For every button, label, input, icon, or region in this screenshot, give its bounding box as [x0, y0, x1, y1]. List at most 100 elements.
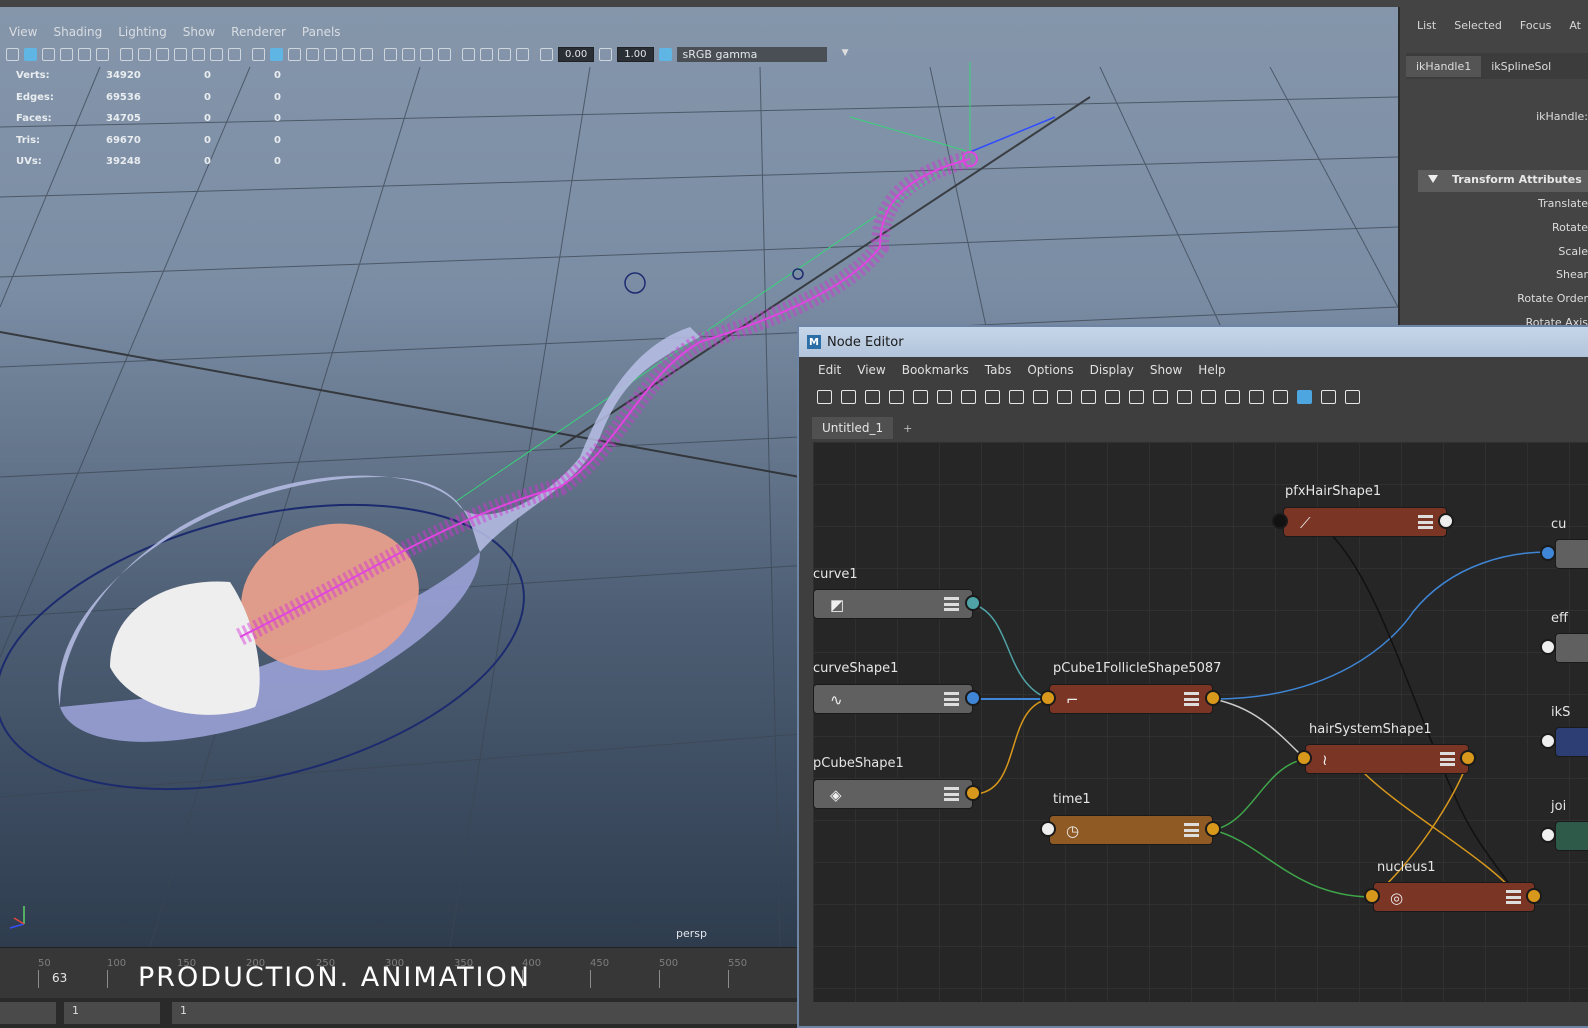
output-port[interactable]	[965, 690, 981, 706]
graph-clear-icon[interactable]	[1321, 390, 1336, 404]
node-offscreen-joint[interactable]	[1555, 821, 1588, 851]
menu-lighting[interactable]: Lighting	[118, 25, 167, 39]
gamma-field[interactable]: 1.00	[617, 46, 654, 62]
layout-icon[interactable]	[961, 390, 976, 404]
menu-show[interactable]: Show	[1150, 363, 1182, 377]
input-output-connections-icon[interactable]	[889, 390, 904, 404]
depth-of-field-icon[interactable]	[438, 47, 451, 61]
simple-mode-icon[interactable]	[1033, 390, 1048, 404]
output-port[interactable]	[1438, 513, 1454, 529]
transform-attributes-header[interactable]: Transform Attributes	[1418, 170, 1588, 192]
add-node-icon[interactable]	[817, 390, 832, 404]
bookmark-add-icon[interactable]	[1177, 390, 1192, 404]
node-offscreen-curve[interactable]	[1555, 539, 1588, 569]
menu-display[interactable]: Display	[1090, 363, 1134, 377]
camera-attributes-icon[interactable]	[42, 47, 55, 61]
output-port[interactable]	[1205, 821, 1221, 837]
add-tab-button[interactable]: +	[903, 422, 912, 435]
exposure-field[interactable]: 0.00	[558, 46, 595, 62]
menu-options[interactable]: Options	[1027, 363, 1073, 377]
camera-lock-icon[interactable]	[24, 47, 37, 61]
node-offscreen-effector[interactable]	[1555, 633, 1588, 663]
field-chart-icon[interactable]	[192, 47, 205, 61]
input-port[interactable]	[1296, 750, 1312, 766]
menu-show[interactable]: Show	[183, 25, 215, 39]
tab-ikhandle1[interactable]: ikHandle1	[1406, 55, 1482, 77]
output-port[interactable]	[1460, 750, 1476, 766]
connected-mode-icon[interactable]	[1057, 390, 1072, 404]
bookmark-prev-icon[interactable]	[1225, 390, 1240, 404]
node-nucleus1[interactable]: ◎	[1373, 882, 1535, 912]
range-start-field[interactable]	[0, 1002, 56, 1024]
default-material-icon[interactable]	[288, 47, 301, 61]
attr-menu-attributes[interactable]: At	[1569, 19, 1581, 32]
gate-mask-icon[interactable]	[174, 47, 187, 61]
output-port[interactable]	[1205, 690, 1221, 706]
textured-icon[interactable]	[324, 47, 337, 61]
node-editor-title-bar[interactable]: M Node Editor	[799, 327, 1588, 357]
tab-untitled-1[interactable]: Untitled_1	[812, 417, 894, 439]
ambient-occlusion-icon[interactable]	[384, 47, 397, 61]
smooth-shade-icon[interactable]	[270, 47, 283, 61]
xray-joints-icon[interactable]	[498, 47, 511, 61]
input-port[interactable]	[1540, 827, 1556, 843]
input-port[interactable]	[1272, 513, 1288, 529]
wireframe-icon[interactable]	[252, 47, 265, 61]
color-management-icon[interactable]	[658, 47, 672, 61]
bookmark-next-icon[interactable]	[1249, 390, 1264, 404]
camera-select-icon[interactable]	[6, 47, 19, 61]
custom-mode-icon[interactable]	[1105, 390, 1120, 404]
menu-renderer[interactable]: Renderer	[231, 25, 286, 39]
isolate-select-icon[interactable]	[462, 47, 475, 61]
menu-view[interactable]: View	[9, 25, 37, 39]
menu-panels[interactable]: Panels	[302, 25, 341, 39]
output-port[interactable]	[965, 785, 981, 801]
shadows-icon[interactable]	[360, 47, 373, 61]
tab-iksplinesolver[interactable]: ikSplineSol	[1481, 56, 1561, 77]
graph-selected-icon[interactable]	[1297, 390, 1312, 404]
node-graph-canvas[interactable]: pfxHairShape1 ⟋ curve1 ◩ curveShape1 ∿ p…	[813, 442, 1588, 1002]
full-mode-icon[interactable]	[1081, 390, 1096, 404]
menu-view[interactable]: View	[857, 363, 885, 377]
input-port[interactable]	[1040, 821, 1056, 837]
output-connections-icon[interactable]	[913, 390, 928, 404]
range-start-field-2[interactable]: 1	[64, 1002, 160, 1024]
lights-icon[interactable]	[342, 47, 355, 61]
image-plane-icon[interactable]	[78, 47, 91, 61]
bookmark-edit-icon[interactable]	[1201, 390, 1216, 404]
attr-menu-focus[interactable]: Focus	[1520, 19, 1551, 32]
safe-title-icon[interactable]	[228, 47, 241, 61]
graph-icon[interactable]	[1273, 390, 1288, 404]
safe-action-icon[interactable]	[210, 47, 223, 61]
xray-icon[interactable]	[480, 47, 493, 61]
wireframe-on-shaded-icon[interactable]	[306, 47, 319, 61]
attr-menu-selected[interactable]: Selected	[1454, 19, 1502, 32]
motion-blur-icon[interactable]	[402, 47, 415, 61]
input-port[interactable]	[1540, 733, 1556, 749]
grid-icon[interactable]	[120, 47, 133, 61]
node-curve1[interactable]: ◩	[813, 589, 973, 619]
backface-culling-icon[interactable]	[516, 47, 529, 61]
anti-aliasing-icon[interactable]	[420, 47, 433, 61]
lock-icon[interactable]	[1345, 390, 1360, 404]
distribute-icon[interactable]	[1009, 390, 1024, 404]
gamma-icon[interactable]	[599, 47, 613, 61]
menu-bookmarks[interactable]: Bookmarks	[902, 363, 969, 377]
menu-shading[interactable]: Shading	[53, 25, 102, 39]
node-pcube1follicleshape5087[interactable]: ⌐	[1049, 684, 1213, 714]
range-bar[interactable]: 1	[172, 1002, 800, 1024]
input-port[interactable]	[1364, 888, 1380, 904]
input-port[interactable]	[1540, 639, 1556, 655]
search-icon[interactable]	[1129, 390, 1144, 404]
frame-all-icon[interactable]	[1153, 390, 1168, 404]
menu-edit[interactable]: Edit	[818, 363, 841, 377]
input-port[interactable]	[1040, 690, 1056, 706]
input-port[interactable]	[1540, 545, 1556, 561]
node-pcubeshape1[interactable]: ◈	[813, 779, 973, 809]
color-space-dropdown[interactable]: sRGB gamma ▼	[676, 46, 849, 62]
resolution-gate-icon[interactable]	[156, 47, 169, 61]
node-curveshape1[interactable]: ∿	[813, 684, 973, 714]
menu-help[interactable]: Help	[1198, 363, 1225, 377]
swap-icon[interactable]	[841, 390, 856, 404]
input-connections-icon[interactable]	[865, 390, 880, 404]
